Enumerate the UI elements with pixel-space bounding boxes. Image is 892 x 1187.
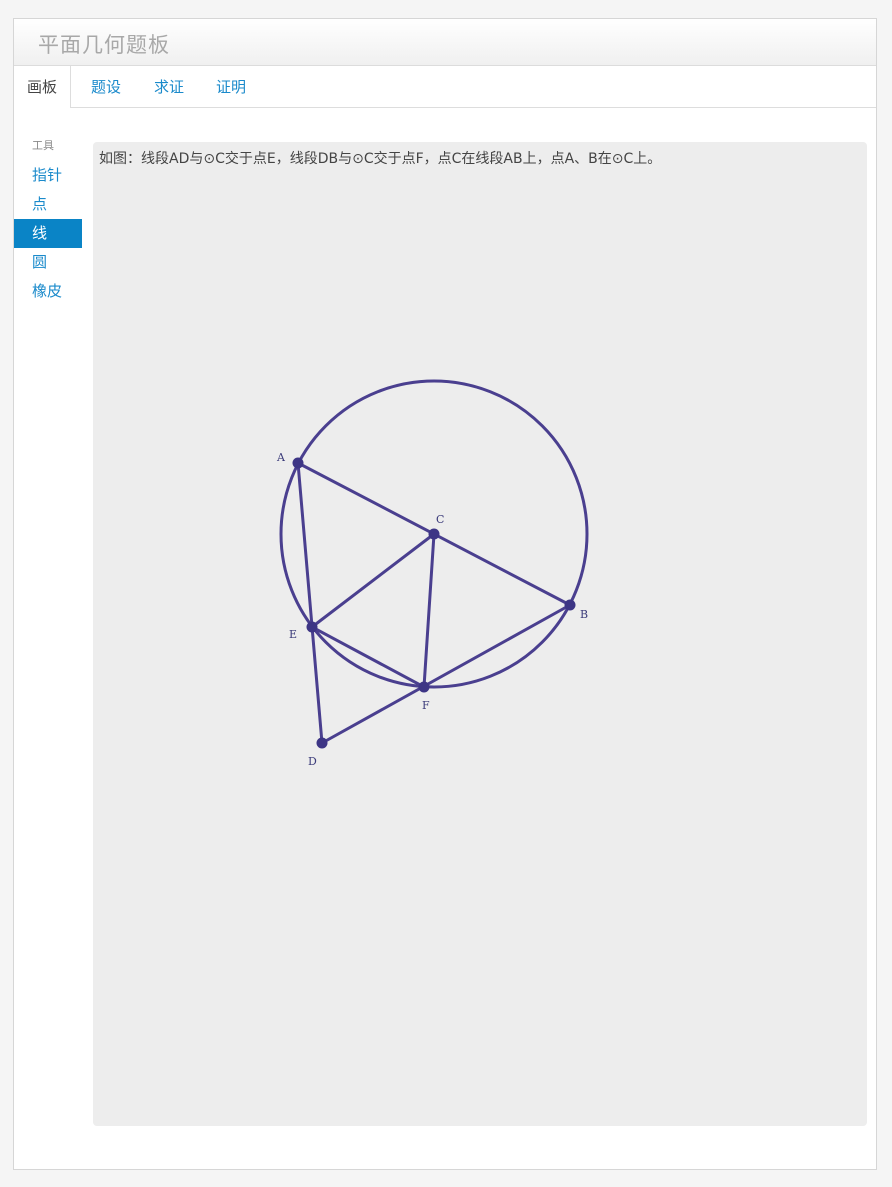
point-a[interactable] (292, 457, 304, 469)
geometry-app-window: 平面几何题板 画板 题设 求证 证明 工具 指针 点 线 圆 橡皮 如图：线段A… (13, 18, 877, 1170)
tool-circle[interactable]: 圆 (14, 248, 82, 277)
segment-db[interactable] (320, 603, 572, 745)
tool-pointer[interactable]: 指针 (14, 161, 82, 190)
point-e[interactable] (306, 621, 318, 633)
tab-given[interactable]: 题设 (91, 66, 121, 108)
tab-bar: 画板 题设 求证 证明 (14, 66, 876, 108)
tool-point[interactable]: 点 (14, 190, 82, 219)
segment-ce[interactable] (310, 532, 436, 629)
segment-ad[interactable] (296, 461, 324, 745)
segment-ef[interactable] (310, 625, 426, 689)
tool-line[interactable]: 线 (14, 219, 82, 248)
label-c: C (436, 513, 444, 526)
label-d: D (308, 755, 317, 768)
tools-header: 工具 (32, 139, 54, 152)
tab-to-prove[interactable]: 求证 (154, 66, 184, 108)
point-b[interactable] (564, 599, 576, 611)
label-b: B (580, 608, 588, 621)
label-e: E (289, 628, 297, 641)
label-a: A (276, 451, 286, 464)
segment-cf[interactable] (422, 532, 436, 689)
tool-eraser[interactable]: 橡皮 (14, 277, 82, 306)
point-d[interactable] (316, 737, 328, 749)
drawing-board[interactable]: 如图：线段AD与⊙C交于点E，线段DB与⊙C交于点F，点C在线段AB上，点A、B… (93, 142, 867, 1126)
tab-canvas[interactable]: 画板 (14, 66, 72, 108)
geometry-figure[interactable]: A C B E F D (93, 142, 867, 1126)
app-title: 平面几何题板 (38, 33, 170, 57)
tab-proof[interactable]: 证明 (216, 66, 246, 108)
label-f: F (422, 699, 430, 712)
point-f[interactable] (418, 681, 430, 693)
title-bar: 平面几何题板 (14, 19, 876, 66)
point-c[interactable] (428, 528, 440, 540)
